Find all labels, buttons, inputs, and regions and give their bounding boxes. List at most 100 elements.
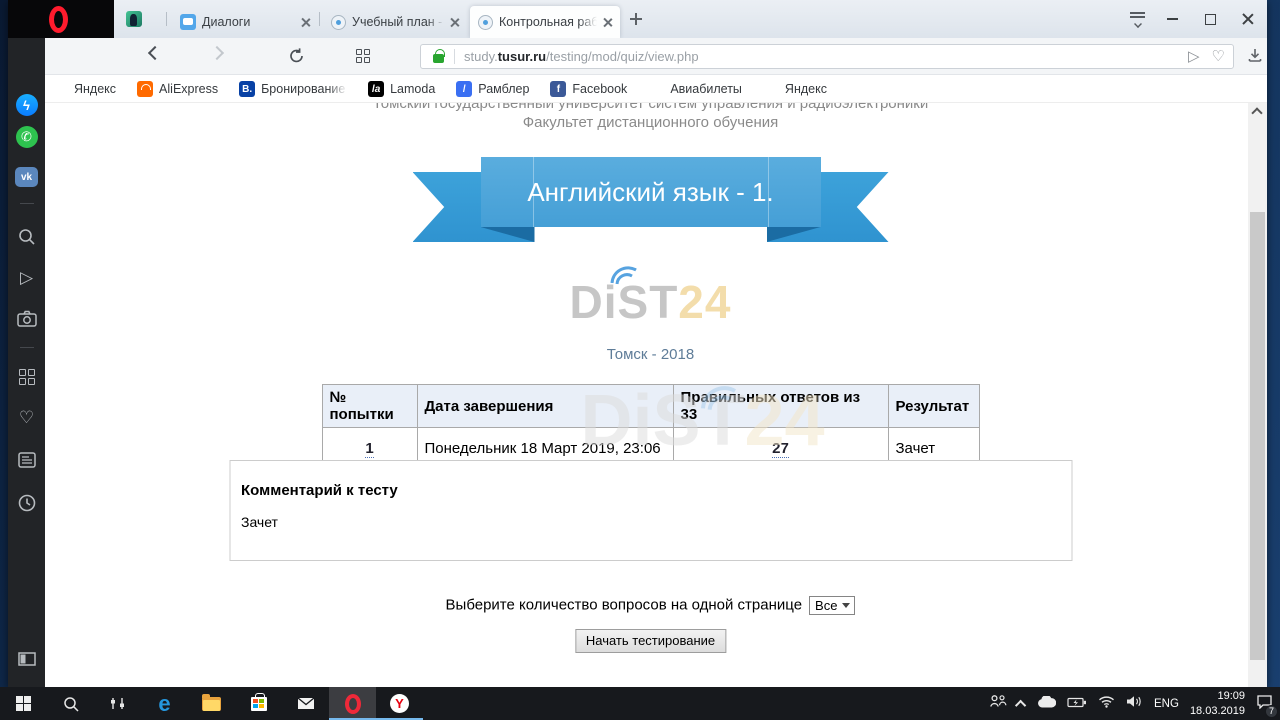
city-year: Томск - 2018 <box>53 346 1248 363</box>
page-scrollbar[interactable] <box>1248 103 1267 687</box>
windows-logo-icon <box>16 696 32 712</box>
my-flow-icon[interactable]: ▷ <box>1188 49 1200 64</box>
close-window-button[interactable] <box>1229 0 1267 38</box>
bookmark-facebook[interactable]: fFacebook <box>550 81 627 97</box>
table-header-row: № попытки Дата завершения Правильных отв… <box>322 385 979 428</box>
bookmark-rambler[interactable]: /Рамблер <box>456 81 529 97</box>
bookmark-aviabilety[interactable]: ✈Авиабилеты <box>648 81 742 97</box>
history-clock-icon[interactable] <box>8 493 45 513</box>
maximize-button[interactable] <box>1191 0 1229 38</box>
tab-uchebny-plan[interactable]: Учебный план - Личный <box>323 6 467 38</box>
vk-icon[interactable]: vk <box>8 167 45 187</box>
forward-button[interactable] <box>212 48 222 58</box>
faculty-name: Факультет дистанционного обучения <box>53 114 1248 131</box>
scrollbar-thumb[interactable] <box>1250 212 1265 660</box>
downloads-icon[interactable] <box>1246 47 1264 69</box>
file-explorer-button[interactable] <box>188 687 235 720</box>
bookmark-aliexpress[interactable]: AliExpress <box>137 81 218 97</box>
comment-box: Комментарий к тесту Зачет <box>229 460 1072 561</box>
rambler-icon: / <box>456 81 472 97</box>
scroll-up-icon[interactable] <box>1251 107 1262 118</box>
close-tab-icon[interactable] <box>450 18 459 27</box>
close-tab-icon[interactable] <box>603 18 612 27</box>
new-tab-icon[interactable] <box>630 13 642 25</box>
bookmark-yandex[interactable]: ЯЯндекс <box>52 81 116 97</box>
dist24-logo: DiST24 <box>570 279 732 325</box>
wifi-icon[interactable] <box>1098 695 1115 713</box>
folder-icon <box>202 697 221 711</box>
url-text[interactable]: study.tusur.ru/testing/mod/quiz/view.php <box>464 49 699 64</box>
battery-icon[interactable] <box>1067 695 1087 713</box>
attempt-link[interactable]: 1 <box>365 440 373 458</box>
results-table: № попытки Дата завершения Правильных отв… <box>322 384 980 470</box>
address-bar[interactable]: study.tusur.ru/testing/mod/quiz/view.php… <box>420 44 1234 69</box>
search-icon[interactable] <box>8 227 45 247</box>
aliexpress-icon <box>137 81 153 97</box>
ribbon-band: Английский язык - 1. <box>481 157 821 227</box>
sidebar-setup-icon[interactable] <box>8 652 45 666</box>
comment-title: Комментарий к тесту <box>241 482 1060 499</box>
store-icon <box>251 697 267 711</box>
secure-lock-icon[interactable] <box>433 54 444 63</box>
close-tab-icon[interactable] <box>301 18 310 27</box>
tab-separator <box>319 12 320 26</box>
bookmarks-heart-icon[interactable]: ♡ <box>8 409 45 426</box>
chevron-down-icon <box>842 603 850 608</box>
windows-taskbar: e Y ENG 19:09 18.03.2019 7 <box>0 687 1280 720</box>
task-view-button[interactable] <box>94 687 141 720</box>
clock[interactable]: 19:09 18.03.2019 <box>1190 689 1245 718</box>
reload-button[interactable] <box>288 47 305 70</box>
yandex-icon: Я <box>52 81 68 97</box>
whatsapp-icon[interactable]: ✆ <box>8 126 45 148</box>
tab-separator <box>166 12 167 26</box>
yandex-browser-button[interactable]: Y <box>376 687 423 720</box>
time: 19:09 <box>1190 689 1245 703</box>
start-test-button[interactable]: Начать тестирование <box>575 629 726 653</box>
questions-per-page-row: Выберите количество вопросов на одной ст… <box>53 596 1248 615</box>
speed-dial-icon[interactable] <box>8 369 45 385</box>
course-title-ribbon: Английский язык - 1. <box>413 157 889 245</box>
volume-icon[interactable] <box>1126 695 1143 713</box>
correct-link[interactable]: 27 <box>772 440 789 458</box>
page-content: Томский государственный университет сист… <box>45 103 1248 687</box>
date: 18.03.2019 <box>1190 704 1245 718</box>
action-center-button[interactable]: 7 <box>1256 694 1273 714</box>
minimize-button[interactable] <box>1153 0 1191 38</box>
messenger-icon[interactable]: ϟ <box>8 94 45 116</box>
taskbar-search-button[interactable] <box>47 687 94 720</box>
opera-taskbar-button[interactable] <box>329 687 376 720</box>
bookmark-yandex-2[interactable]: ЯЯндекс <box>763 81 827 97</box>
people-icon[interactable] <box>989 694 1007 713</box>
tab-menu-icon[interactable] <box>1130 12 1145 28</box>
start-button[interactable] <box>0 687 47 720</box>
pinned-tab[interactable] <box>126 11 142 27</box>
personal-news-icon[interactable] <box>8 452 45 468</box>
tab-dialogi[interactable]: Диалоги <box>172 6 318 38</box>
bookmark-lamoda[interactable]: laLamoda <box>368 81 435 97</box>
hidden-icons-chevron[interactable] <box>1015 699 1026 710</box>
tab-kontrolnaya-active[interactable]: Контрольная работа по д <box>470 6 620 38</box>
airplane-icon: ✈ <box>648 81 664 97</box>
notification-badge: 7 <box>1265 705 1278 718</box>
onedrive-cloud-icon[interactable] <box>1037 695 1056 713</box>
microsoft-store-button[interactable] <box>235 687 282 720</box>
back-button[interactable] <box>150 48 160 58</box>
opera-menu-area[interactable] <box>8 0 114 38</box>
bookmark-booking[interactable]: B.Бронирование отел <box>239 81 347 97</box>
col-attempt: № попытки <box>322 385 417 428</box>
questions-per-page-select[interactable]: Все <box>809 596 855 615</box>
mail-button[interactable] <box>282 687 329 720</box>
site-favicon-icon <box>478 15 493 30</box>
bookmark-heart-icon[interactable]: ♡ <box>1212 49 1225 64</box>
edge-button[interactable]: e <box>141 687 188 720</box>
sidebar-divider <box>8 203 45 204</box>
address-toolbar: study.tusur.ru/testing/mod/quiz/view.php… <box>8 38 1267 75</box>
col-result: Результат <box>888 385 979 428</box>
language-indicator[interactable]: ENG <box>1154 698 1179 710</box>
snapshot-camera-icon[interactable] <box>8 310 45 327</box>
speed-dial-button[interactable] <box>356 49 370 63</box>
wifi-arcs-icon <box>606 261 642 285</box>
my-flow-icon[interactable]: ▷ <box>8 269 45 286</box>
window-controls <box>1153 0 1267 38</box>
course-title: Английский язык - 1. <box>527 177 773 208</box>
